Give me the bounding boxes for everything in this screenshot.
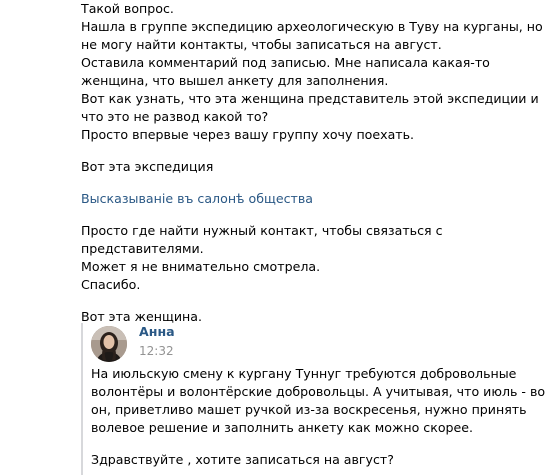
quoted-timestamp[interactable]: 12:32 — [139, 343, 174, 359]
quoted-line-last: Здравствуйте , хотите записаться на авгу… — [91, 452, 394, 467]
quote-bar — [81, 323, 83, 475]
post-line: Вот как узнать, что эта женщина представ… — [81, 91, 539, 106]
quoted-line: На июльскую смену к кургану Туннуг требу… — [91, 366, 517, 381]
post-line: что это не развод какой то? — [81, 109, 269, 124]
post-line: Просто где найти нужный контакт, чтобы с… — [81, 223, 443, 238]
post-line: представителями. — [81, 241, 204, 256]
left-margin — [0, 0, 65, 475]
post-line-expedition: Вот эта экспедиция — [81, 159, 214, 174]
post-body: Такой вопрос. Нашла в группе экспедицию … — [81, 0, 543, 326]
post-line: Спасибо. — [81, 277, 141, 292]
quoted-line: волонтёры и волонтёрские добровольцы. А … — [91, 384, 545, 399]
quoted-line: он, приветливо машет ручкой из-за воскре… — [91, 402, 527, 417]
post-line: Оставила комментарий под записью. Мне на… — [81, 55, 490, 70]
quoted-line: волевое решение и заполнить анкету как м… — [91, 420, 474, 435]
post-line: Нашла в группе экспедицию археологическу… — [81, 19, 543, 34]
avatar[interactable] — [91, 326, 127, 362]
group-link[interactable]: Высказываніе въ салонѣ общества — [81, 191, 313, 206]
avatar-photo-icon — [91, 326, 127, 362]
post-line: не могу найти контакты, чтобы записаться… — [81, 37, 442, 52]
post-line: Может я не внимательно смотрела. — [81, 259, 321, 274]
post-line: Такой вопрос. — [81, 1, 174, 16]
post-line: Просто впервые через вашу группу хочу по… — [81, 127, 415, 142]
right-margin — [530, 0, 545, 475]
post-line: женщина, что вышел анкету для заполнения… — [81, 73, 389, 88]
quoted-author-name[interactable]: Анна — [139, 324, 175, 340]
quoted-text: На июльскую смену к кургану Туннуг требу… — [91, 365, 545, 469]
quoted-post: Анна 12:32 На июльскую смену к кургану Т… — [81, 323, 545, 475]
